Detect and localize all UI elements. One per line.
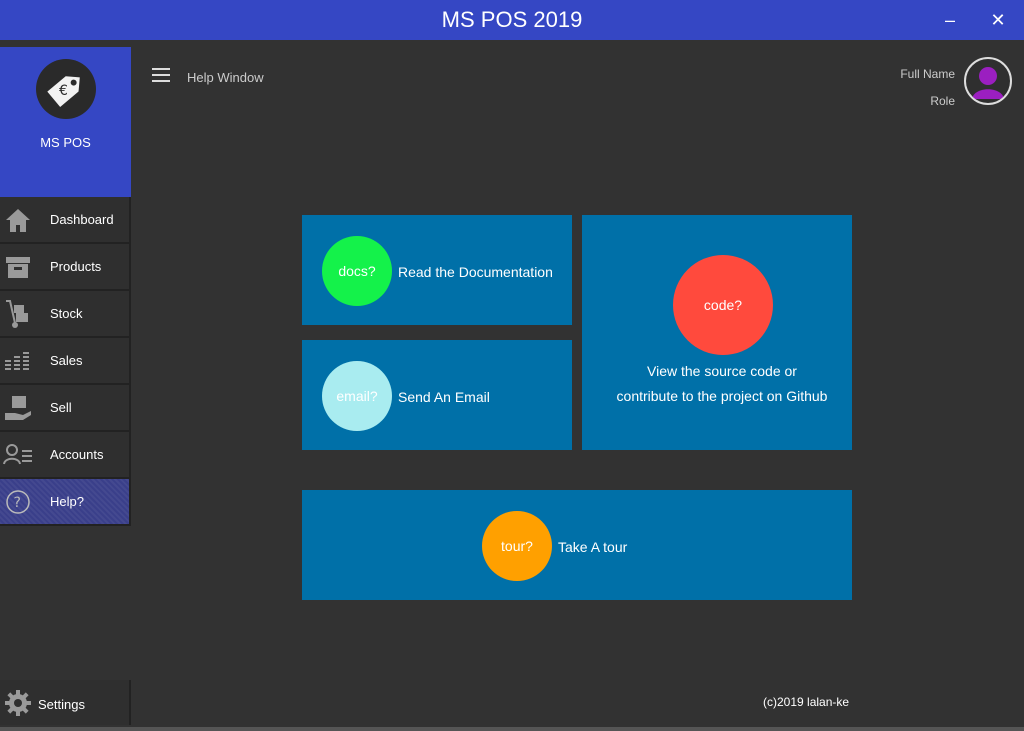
email-tile-label: Send An Email	[398, 389, 490, 405]
menu-hamburger-icon[interactable]	[152, 68, 170, 84]
user-list-icon	[3, 444, 32, 465]
sidebar-item-label: Accounts	[50, 447, 104, 462]
sidebar-item-accounts[interactable]: Accounts	[0, 432, 131, 479]
sidebar-item-products[interactable]: Products	[0, 244, 131, 291]
code-tile[interactable]: code? View the source code or contribute…	[582, 215, 852, 450]
sidebar-item-label: Dashboard	[50, 212, 114, 227]
tour-tile-label: Take A tour	[558, 539, 628, 555]
hand-box-icon	[5, 396, 31, 420]
copyright-text: (c)2019 lalan-ke	[763, 695, 850, 709]
sidebar-item-label: Sell	[50, 400, 72, 415]
taskbar-strip	[0, 727, 1024, 731]
price-tag-logo-icon: €	[36, 59, 96, 119]
minimize-button[interactable]: –	[938, 8, 962, 32]
sidebar-item-sell[interactable]: Sell	[0, 385, 131, 432]
code-tile-line-2: contribute to the project on Github	[616, 388, 828, 404]
gear-icon	[5, 690, 31, 716]
page-title: Help Window	[187, 70, 264, 85]
sidebar-item-sales[interactable]: Sales	[0, 338, 131, 385]
docs-circle: docs?	[322, 236, 392, 306]
close-button[interactable]: ✕	[986, 8, 1010, 32]
docs-tile[interactable]: docs? Read the Documentation	[302, 215, 572, 325]
brand-name: MS POS	[40, 135, 91, 150]
sidebar-item-stock[interactable]: Stock	[0, 291, 131, 338]
sidebar-item-label: Help?	[50, 494, 84, 509]
code-tile-line-1: View the source code or	[647, 363, 797, 379]
avatar[interactable]	[964, 57, 1012, 105]
tour-circle: tour?	[482, 511, 552, 581]
settings-button[interactable]: Settings	[0, 680, 131, 725]
sidebar: € MS POS Dashboard Products Stock Sales …	[0, 40, 131, 731]
bars-icon	[5, 352, 29, 370]
sidebar-item-help[interactable]: ? Help?	[0, 479, 131, 526]
home-icon	[6, 209, 30, 232]
sidebar-item-label: Sales	[50, 353, 83, 368]
settings-label: Settings	[38, 697, 85, 712]
tour-tile[interactable]: tour? Take A tour	[302, 490, 852, 600]
user-avatar-icon	[968, 61, 1008, 101]
box-icon	[6, 257, 30, 278]
email-tile[interactable]: email? Send An Email	[302, 340, 572, 450]
svg-text:?: ?	[14, 495, 21, 511]
hand-truck-icon	[6, 300, 28, 328]
window-title: MS POS 2019	[441, 7, 583, 32]
sidebar-item-dashboard[interactable]: Dashboard	[0, 197, 131, 244]
question-icon: ?	[6, 490, 30, 514]
user-role: Role	[930, 94, 955, 108]
sidebar-item-label: Products	[50, 259, 102, 274]
euro-symbol: €	[59, 83, 68, 99]
user-full-name: Full Name	[900, 67, 955, 81]
code-circle: code?	[673, 255, 773, 355]
sidebar-item-label: Stock	[50, 306, 83, 321]
brand-panel: € MS POS	[0, 47, 131, 197]
docs-tile-label: Read the Documentation	[398, 264, 553, 280]
email-circle: email?	[322, 361, 392, 431]
title-bar: MS POS 2019 – ✕	[0, 0, 1024, 40]
